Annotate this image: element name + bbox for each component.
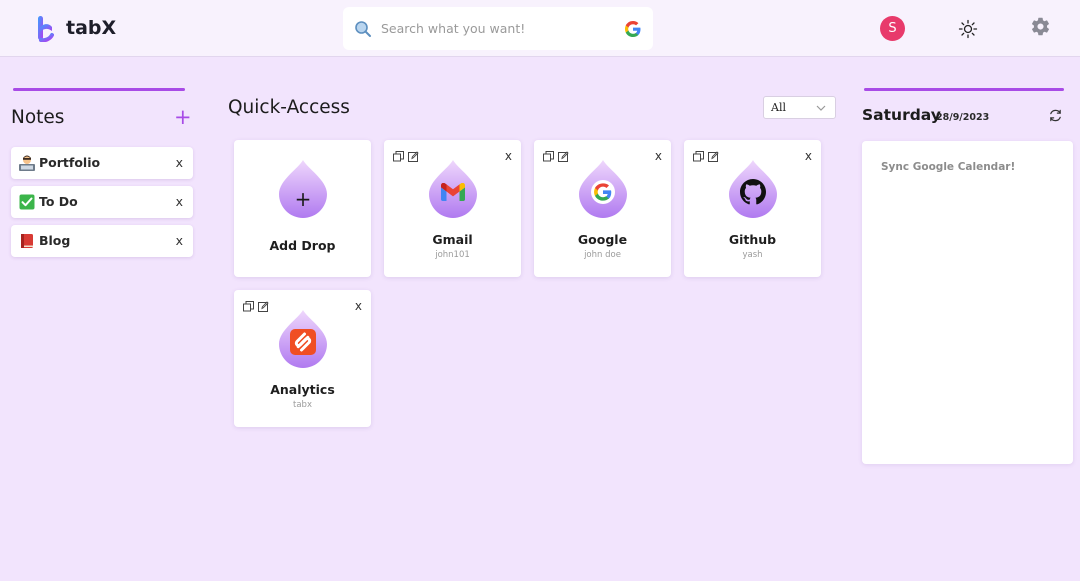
card-subtitle: john doe xyxy=(584,250,621,260)
card-tools xyxy=(243,301,273,313)
sun-icon[interactable] xyxy=(958,19,978,39)
gear-icon[interactable] xyxy=(1030,16,1051,37)
search-bar[interactable] xyxy=(343,7,653,50)
tabx-logo-icon[interactable] xyxy=(36,15,54,42)
search-input[interactable] xyxy=(381,17,611,39)
quick-access-card-gmail[interactable]: x Gmail john101 xyxy=(384,140,521,277)
note-label: To Do xyxy=(39,194,78,209)
calendar-accent-bar xyxy=(864,88,1064,91)
plus-icon: + xyxy=(277,180,329,218)
plus-icon-label: + xyxy=(294,187,312,211)
card-name: Github xyxy=(728,232,777,247)
edit-icon[interactable] xyxy=(258,301,269,312)
copy-icon[interactable] xyxy=(693,151,704,162)
card-subtitle: john101 xyxy=(435,250,470,260)
edit-icon[interactable] xyxy=(708,151,719,162)
google-icon[interactable] xyxy=(624,20,642,38)
card-tools xyxy=(543,151,573,163)
top-header: tabX S xyxy=(0,0,1080,57)
card-name: Gmail xyxy=(432,232,473,247)
note-item-portfolio[interactable]: Portfolio x xyxy=(11,147,193,179)
card-name: Add Drop xyxy=(269,238,336,253)
add-note-button[interactable]: + xyxy=(174,107,192,128)
refresh-icon[interactable] xyxy=(1048,108,1063,123)
copy-icon[interactable] xyxy=(543,151,554,162)
brand-title: tabX xyxy=(66,17,117,39)
red-book-emoji xyxy=(21,234,33,248)
edit-icon[interactable] xyxy=(558,151,569,162)
quick-access-card-google[interactable]: x Google john doe xyxy=(534,140,671,277)
search-icon xyxy=(355,21,371,37)
quick-access-card-github[interactable]: x Github yash xyxy=(684,140,821,277)
google-icon xyxy=(577,173,629,211)
sync-google-calendar-link[interactable]: Sync Google Calendar! xyxy=(881,161,1015,173)
check-mark-emoji xyxy=(19,194,35,210)
calendar-panel: Sync Google Calendar! xyxy=(862,141,1073,464)
user-avatar[interactable]: S xyxy=(880,16,905,41)
edit-icon[interactable] xyxy=(408,151,419,162)
card-name: Analytics xyxy=(270,382,335,397)
filter-selected-value: All xyxy=(771,101,786,114)
notes-accent-bar xyxy=(13,88,185,91)
card-tools xyxy=(393,151,423,163)
remove-card-button[interactable]: x xyxy=(505,149,512,163)
remove-card-button[interactable]: x xyxy=(355,299,362,313)
man-technologist-emoji xyxy=(19,155,35,171)
gmail-icon xyxy=(427,173,479,211)
quick-access-title: Quick-Access xyxy=(228,97,350,118)
card-tools xyxy=(693,151,723,163)
copy-icon[interactable] xyxy=(393,151,404,162)
analytics-icon xyxy=(277,323,329,361)
card-name: Google xyxy=(577,232,628,247)
note-label: Blog xyxy=(39,233,71,248)
close-note-button[interactable]: x xyxy=(176,194,183,209)
notes-title: Notes xyxy=(11,107,65,128)
github-icon xyxy=(727,173,779,211)
card-subtitle: tabx xyxy=(293,400,312,410)
close-note-button[interactable]: x xyxy=(176,233,183,248)
remove-card-button[interactable]: x xyxy=(655,149,662,163)
close-note-button[interactable]: x xyxy=(176,155,183,170)
filter-select[interactable]: All xyxy=(763,96,836,119)
add-drop-card[interactable]: + Add Drop xyxy=(234,140,371,277)
chevron-down-icon xyxy=(816,105,826,111)
note-label: Portfolio xyxy=(39,155,101,170)
calendar-day: Saturday xyxy=(862,106,941,124)
card-subtitle: yash xyxy=(742,250,763,260)
note-item-blog[interactable]: Blog x xyxy=(11,225,193,257)
note-item-to-do[interactable]: To Do x xyxy=(11,186,193,218)
quick-access-card-analytics[interactable]: x Analytics tabx xyxy=(234,290,371,427)
copy-icon[interactable] xyxy=(243,301,254,312)
remove-card-button[interactable]: x xyxy=(805,149,812,163)
calendar-date: 28/9/2023 xyxy=(936,112,990,123)
